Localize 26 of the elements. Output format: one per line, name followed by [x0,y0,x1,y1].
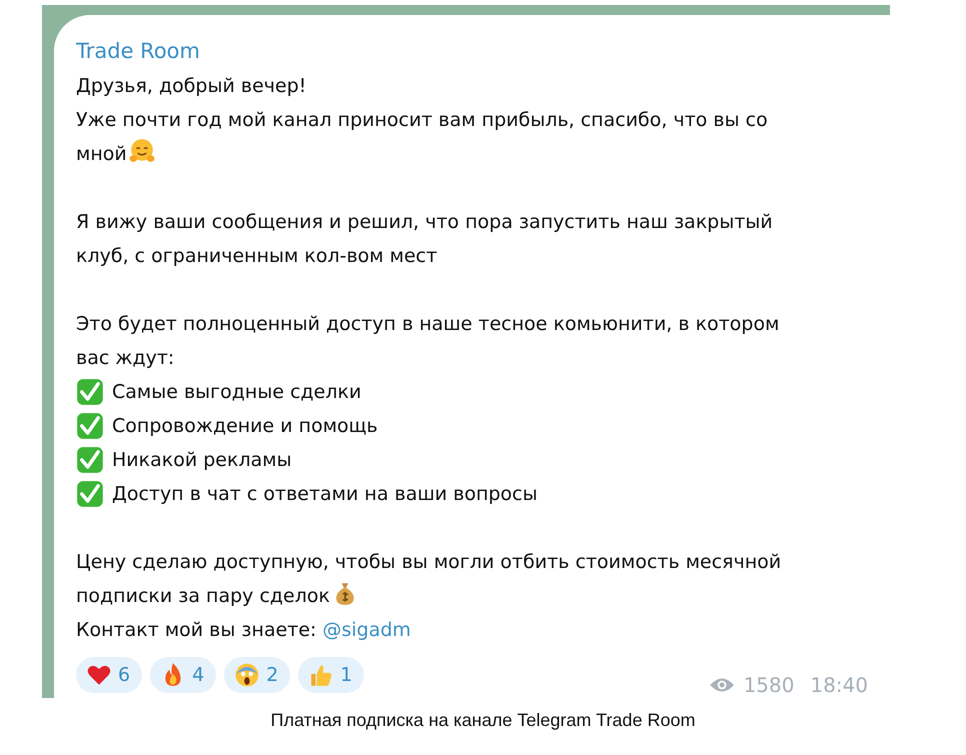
list-item-text: Никакой рекламы [112,448,292,473]
list-item-text: Сопровождение и помощь [112,414,378,439]
reaction-chip[interactable]: 4 [150,657,216,693]
check-mark-icon [76,378,104,406]
check-mark-icon [76,412,104,440]
message-text: Я вижу ваши сообщения и решил, что пора запустить наш закрытый клуб, с ограниченным кол-вом мест [76,210,774,269]
message-text: Цену сделаю доступную, чтобы вы могли отбить стоимость месячной подписки за пару сделок [76,550,782,609]
username-link[interactable]: @sigadm [322,619,411,641]
list-item-text: Самые выгодные сделки [112,380,362,405]
message-time: 18:40 [810,673,868,697]
message-text: Это будет полноценный доступ в наше тесное комьюнити, в котором вас ждут: [76,312,780,371]
message-text: Друзья, добрый вечер! [76,74,308,99]
reaction-chip[interactable]: 6 [76,657,142,693]
view-count: 1580 [743,673,794,697]
image-caption: Платная подписка на канале Telegram Trade Room [270,710,696,731]
channel-name[interactable]: Trade Room [76,37,200,69]
check-mark-icon [76,480,104,508]
message-text: Уже почти год мой канал приносит вам прибыль, спасибо, что вы со мной [76,108,769,167]
screaming-face-icon [234,662,260,688]
reaction-chip[interactable]: 2 [224,657,290,693]
reaction-chip[interactable]: 1 [298,657,364,693]
message-text: Контакт мой вы знаете: @sigadm [76,618,412,643]
hugging-face-icon [128,138,155,164]
list-item-text: Доступ в чат с ответами на ваши вопросы [112,482,538,507]
check-mark-icon [76,446,104,474]
eye-icon [709,676,736,694]
